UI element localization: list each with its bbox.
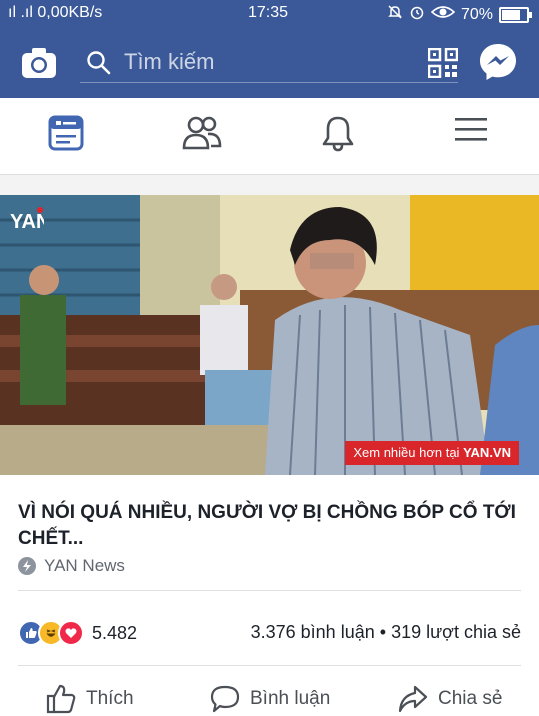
post-headline[interactable]: VÌ NÓI QUÁ NHIỀU, NGƯỜI VỢ BỊ CHỒNG BÓP … <box>18 500 518 552</box>
engagement-stats[interactable]: 3.376 bình luận • 319 lượt chia sẻ <box>251 622 521 643</box>
feed-separator <box>0 175 539 195</box>
qr-code-icon[interactable] <box>427 47 459 79</box>
status-left: ıl .ıl 0,00KB/s <box>8 4 102 22</box>
camera-icon[interactable] <box>20 46 58 80</box>
reaction-count: 5.482 <box>92 622 138 643</box>
like-label: Thích <box>86 688 134 709</box>
battery-icon <box>499 6 532 23</box>
status-right: 70% <box>387 4 532 25</box>
data-rate: 0,00KB/s <box>37 4 103 21</box>
source-name: YAN News <box>44 556 125 575</box>
source-icon <box>18 557 36 575</box>
divider <box>18 590 521 591</box>
silent-icon <box>387 4 403 25</box>
search-icon <box>87 51 111 75</box>
status-bar: ıl .ıl 0,00KB/s 17:35 70% <box>0 0 539 28</box>
messenger-icon[interactable] <box>478 42 518 82</box>
like-button[interactable]: Thích <box>46 684 134 714</box>
comment-count[interactable]: 3.376 bình luận <box>251 622 375 642</box>
friends-icon <box>182 116 222 150</box>
battery-percent: 70% <box>460 5 493 23</box>
share-count[interactable]: 319 lượt chia sẻ <box>391 622 521 642</box>
search-input[interactable] <box>122 46 446 78</box>
tab-notifications[interactable] <box>320 114 360 154</box>
bell-icon <box>322 116 354 152</box>
tab-news-feed[interactable] <box>48 114 88 154</box>
thumbs-up-icon <box>46 684 76 714</box>
overlay-prefix: Xem nhiều hơn tại <box>353 445 464 460</box>
share-label: Chia sẻ <box>438 688 503 709</box>
share-arrow-icon <box>398 685 428 713</box>
tab-menu[interactable] <box>454 114 494 154</box>
signal-indicator: ıl .ıl <box>8 4 33 21</box>
love-reaction-icon <box>58 620 84 646</box>
reaction-summary[interactable]: 5.482 <box>18 620 137 646</box>
alarm-icon <box>409 4 425 25</box>
post-source[interactable]: YAN News <box>18 556 125 576</box>
nav-tabs <box>0 98 539 175</box>
stats-separator: • <box>379 622 387 642</box>
yan-logo: YAN <box>10 206 50 234</box>
photo-overlay-banner[interactable]: Xem nhiều hơn tại YAN.VN <box>345 441 519 465</box>
post-image[interactable] <box>0 195 539 475</box>
comment-label: Bình luận <box>250 688 331 709</box>
search-bar[interactable] <box>80 42 458 83</box>
eye-icon <box>430 4 456 25</box>
comment-button[interactable]: Bình luận <box>210 684 330 714</box>
share-button[interactable]: Chia sẻ <box>398 684 502 714</box>
tab-friends[interactable] <box>182 114 222 154</box>
top-bar <box>0 28 539 98</box>
comment-icon <box>210 685 240 713</box>
hamburger-menu-icon <box>455 118 487 141</box>
clock: 17:35 <box>248 4 289 21</box>
divider <box>18 665 521 666</box>
news-feed-icon <box>48 115 84 151</box>
yan-logo-text: YAN <box>10 211 44 233</box>
overlay-brand: YAN.VN <box>463 445 511 460</box>
